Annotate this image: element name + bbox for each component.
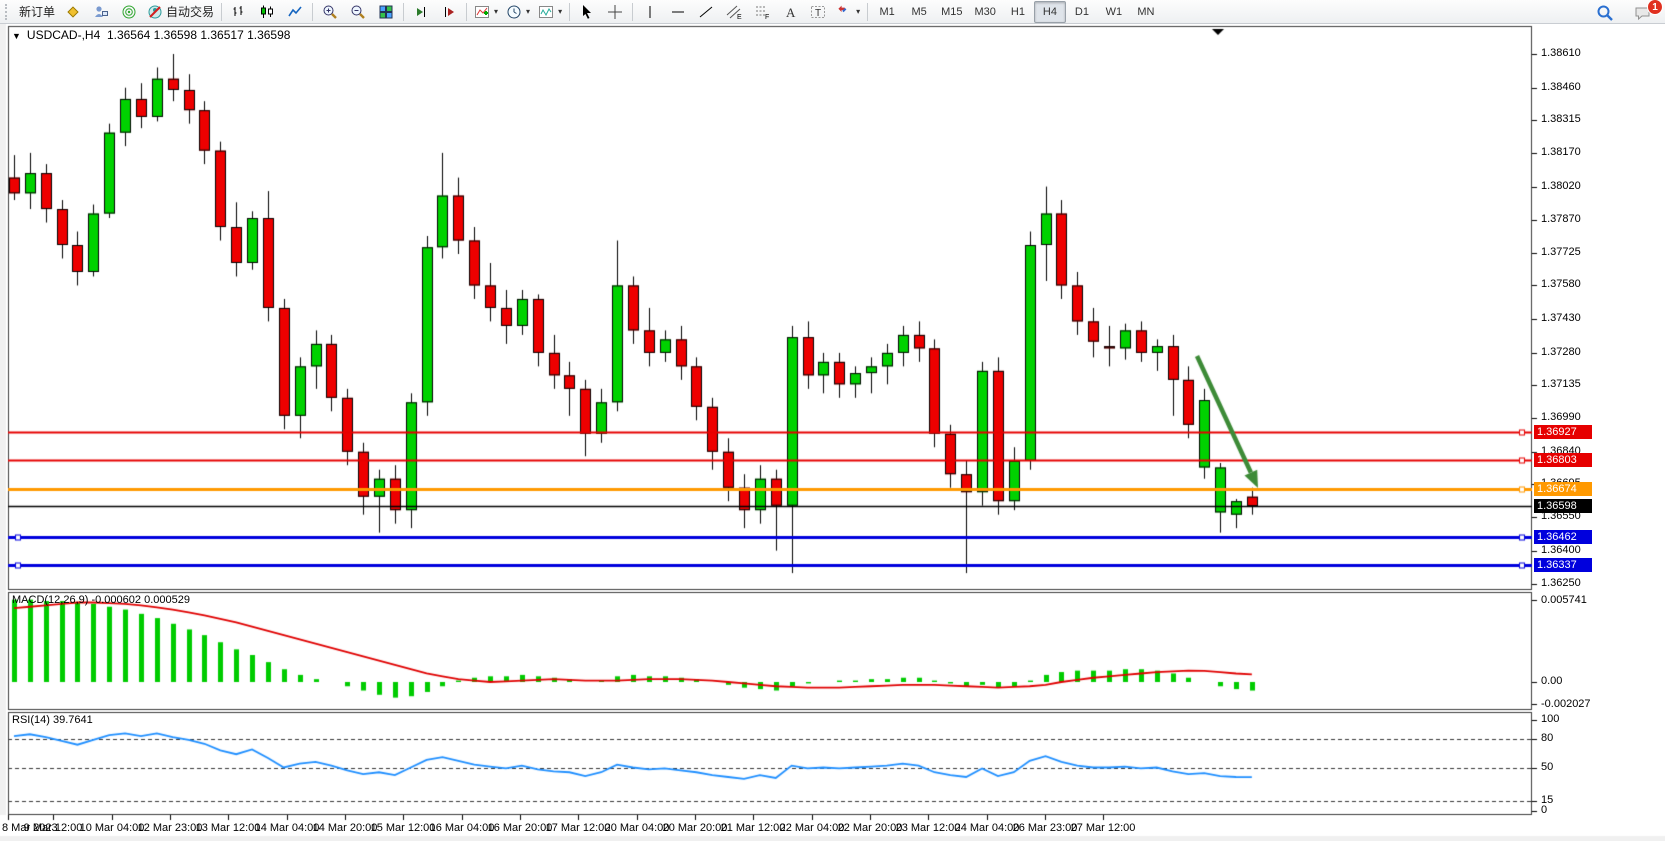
- zoom-in-button[interactable]: [316, 1, 344, 23]
- timeframe-button-M15-label: M15: [941, 6, 962, 18]
- timeframe-button-H4-label: H4: [1043, 6, 1057, 18]
- cursor-button[interactable]: [573, 1, 601, 23]
- new-order-button-label: 新订单: [19, 3, 55, 20]
- tile-icon: [378, 4, 394, 20]
- toolbar: 新订单 自动交易 ▾ ▾ ▾ E F A T ▾ M1 M5 M15 M30 H1 H4 D1 W1 MN 1: [0, 0, 1665, 24]
- zoomout-icon: [350, 4, 366, 20]
- autotrade-icon: [147, 4, 163, 20]
- toolbar-separator: [867, 3, 868, 21]
- svg-text:E: E: [737, 14, 742, 20]
- candlestick-chart-button[interactable]: [253, 1, 281, 23]
- templates-button[interactable]: ▾: [534, 1, 566, 23]
- auto-trading-button[interactable]: 自动交易: [143, 1, 218, 23]
- timeframe-button-D1-label: D1: [1075, 6, 1089, 18]
- new-order-button[interactable]: 新订单: [15, 1, 59, 23]
- periods-button[interactable]: ▾: [502, 1, 534, 23]
- auto-scroll-button[interactable]: [407, 1, 435, 23]
- chart-shift-button[interactable]: [435, 1, 463, 23]
- toolbar-separator: [466, 3, 467, 21]
- timeframe-button-MN[interactable]: MN: [1130, 1, 1162, 23]
- toolbar-separator: [403, 3, 404, 21]
- toolbar-grip: [5, 4, 12, 20]
- toolbar-right-group: 1: [1591, 2, 1657, 24]
- tline-icon: [698, 4, 714, 20]
- timeframe-button-H1[interactable]: H1: [1002, 1, 1034, 23]
- auto-trading-button-label: 自动交易: [166, 3, 214, 20]
- timeframe-button-M1[interactable]: M1: [871, 1, 903, 23]
- timeframe-button-M1-label: M1: [879, 6, 894, 18]
- timeframe-button-H1-label: H1: [1011, 6, 1025, 18]
- chart-menu-dropdown-icon[interactable]: ▼: [12, 31, 21, 41]
- search-icon-button[interactable]: [1591, 2, 1619, 24]
- timeframe-button-M30[interactable]: M30: [969, 1, 1002, 23]
- profile-icon-button[interactable]: [87, 1, 115, 23]
- crosshair-button[interactable]: [601, 1, 629, 23]
- candles-icon: [259, 4, 275, 20]
- svg-text:A: A: [786, 5, 796, 20]
- toolbar-separator: [569, 3, 570, 21]
- dropdown-caret-icon: ▾: [558, 7, 562, 16]
- timeframe-button-M5-label: M5: [911, 6, 926, 18]
- zoom-out-button[interactable]: [344, 1, 372, 23]
- timeframe-button-MN-label: MN: [1137, 6, 1154, 18]
- template-icon: [538, 4, 554, 20]
- dropdown-caret-icon: ▾: [494, 7, 498, 16]
- textT-icon: T: [810, 4, 826, 20]
- hline-icon: [670, 4, 686, 20]
- timeframe-button-D1[interactable]: D1: [1066, 1, 1098, 23]
- vline-icon: [642, 4, 658, 20]
- timeframe-button-M15[interactable]: M15: [935, 1, 968, 23]
- arrows-button[interactable]: ▾: [832, 1, 864, 23]
- svg-text:T: T: [815, 8, 821, 19]
- zoomin-icon: [322, 4, 338, 20]
- arrows-icon: [836, 4, 852, 20]
- autoscroll-icon: [413, 4, 429, 20]
- clock-icon: [506, 4, 522, 20]
- crosshair-icon: [607, 4, 623, 20]
- line-chart-button[interactable]: [281, 1, 309, 23]
- search-icon: [1596, 4, 1614, 22]
- market-watch-icon-button[interactable]: [115, 1, 143, 23]
- toolbar-separator: [221, 3, 222, 21]
- dropdown-caret-icon: ▾: [526, 7, 530, 16]
- notification-badge: 1: [1647, 0, 1663, 15]
- timeframe-button-M30-label: M30: [975, 6, 996, 18]
- mt4-window: 新订单自动交易▾▾▾EFAT▾M1M5M15M30H1H4D1W1MN1 ▼US…: [0, 0, 1665, 841]
- timeframe-button-W1-label: W1: [1106, 6, 1123, 18]
- toolbar-separator: [312, 3, 313, 21]
- equidistant-channel-button[interactable]: E: [720, 1, 748, 23]
- indicators-icon: [474, 4, 490, 20]
- vertical-line-button[interactable]: [636, 1, 664, 23]
- svg-text:F: F: [765, 14, 769, 20]
- text-label-button[interactable]: T: [804, 1, 832, 23]
- channel-icon: E: [726, 4, 742, 20]
- order-history-icon-button[interactable]: [59, 1, 87, 23]
- dropdown-caret-icon: ▾: [856, 7, 860, 16]
- toolbar-separator: [632, 3, 633, 21]
- cursor-icon: [579, 4, 595, 20]
- chat-icon-button[interactable]: 1: [1629, 2, 1657, 24]
- chart-canvas[interactable]: [0, 24, 1665, 841]
- timeframe-button-W1[interactable]: W1: [1098, 1, 1130, 23]
- tile-windows-button[interactable]: [372, 1, 400, 23]
- bar-chart-button[interactable]: [225, 1, 253, 23]
- linechart-icon: [287, 4, 303, 20]
- textA-icon: A: [782, 4, 798, 20]
- indicators-button[interactable]: ▾: [470, 1, 502, 23]
- gold-icon: [65, 4, 81, 20]
- fibonacci-button[interactable]: F: [748, 1, 776, 23]
- bars-icon: [231, 4, 247, 20]
- text-button[interactable]: A: [776, 1, 804, 23]
- shift-icon: [441, 4, 457, 20]
- trendline-button[interactable]: [692, 1, 720, 23]
- horizontal-line-button[interactable]: [664, 1, 692, 23]
- timeframe-button-H4[interactable]: H4: [1034, 1, 1066, 23]
- person-icon: [93, 4, 109, 20]
- timeframe-button-M5[interactable]: M5: [903, 1, 935, 23]
- fibo-icon: F: [754, 4, 770, 20]
- radar-icon: [121, 4, 137, 20]
